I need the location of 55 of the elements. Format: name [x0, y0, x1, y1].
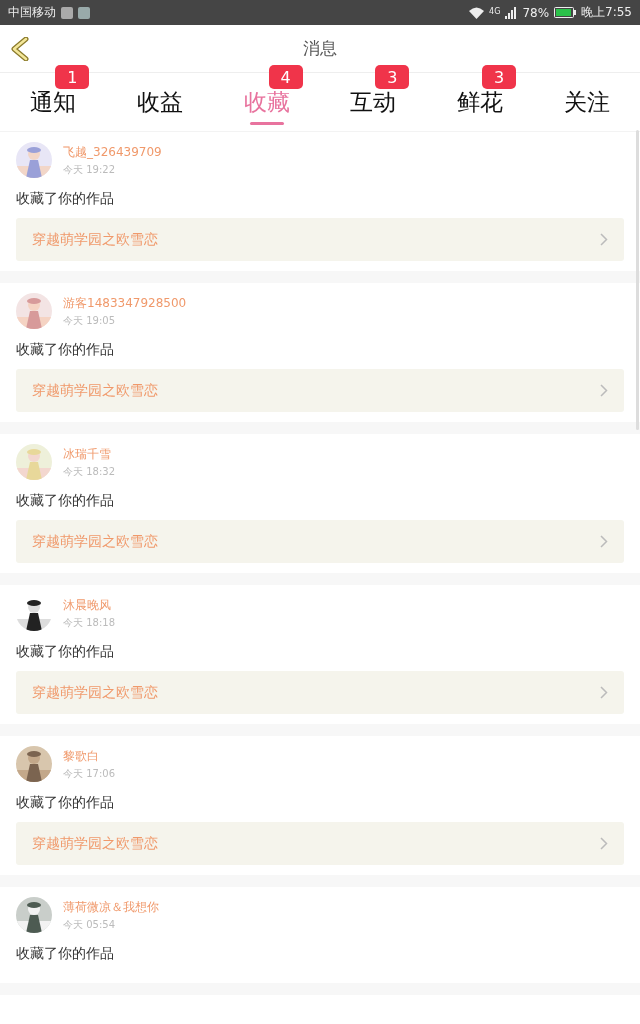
- user-name[interactable]: 游客1483347928500: [63, 294, 187, 312]
- work-title: 穿越萌学园之欧雪恋: [32, 834, 158, 853]
- tab[interactable]: 通知: [30, 87, 77, 118]
- chevron-right-icon: [600, 233, 608, 246]
- battery-icon: [554, 7, 577, 18]
- message-text: 收藏了你的作品: [16, 794, 115, 812]
- wifi-icon: [469, 6, 485, 19]
- tab[interactable]: 互动: [350, 87, 397, 118]
- tab-underline: [249, 122, 284, 125]
- chevron-right-icon: [600, 837, 608, 850]
- tab[interactable]: 鲜花: [457, 87, 503, 118]
- message-time: 今天 05:54: [63, 917, 116, 932]
- message-time: 今天 18:32: [63, 464, 115, 479]
- battery-percent: 78%: [522, 5, 550, 20]
- count-badge: 4: [268, 65, 303, 89]
- message-time: 今天 17:06: [63, 766, 115, 781]
- count-badge: 3: [482, 65, 516, 89]
- notification-icon: [78, 6, 90, 19]
- tab[interactable]: 收益: [137, 87, 183, 118]
- chevron-right-icon: [600, 384, 608, 397]
- page-title: 消息: [303, 37, 337, 60]
- count-badge: 1: [55, 65, 90, 89]
- signal-icon: [505, 6, 518, 19]
- chevron-right-icon: [600, 535, 608, 548]
- work-link[interactable]: 穿越萌学园之欧雪恋: [16, 822, 624, 865]
- work-title: 穿越萌学园之欧雪恋: [32, 230, 158, 249]
- work-title: 穿越萌学园之欧雪恋: [32, 683, 158, 702]
- network-type: 4G: [489, 7, 501, 16]
- message-time: 今天 19:22: [63, 162, 116, 177]
- user-name[interactable]: 黎歌白: [63, 747, 115, 765]
- clock: 晚上7:55: [581, 4, 632, 21]
- work-title: 穿越萌学园之欧雪恋: [32, 532, 158, 551]
- back-icon[interactable]: [10, 37, 30, 61]
- work-title: 穿越萌学园之欧雪恋: [32, 381, 158, 400]
- work-link[interactable]: 穿越萌学园之欧雪恋: [16, 671, 624, 714]
- message-text: 收藏了你的作品: [16, 643, 115, 661]
- carrier: 中国移动: [8, 4, 56, 21]
- message-text: 收藏了你的作品: [16, 341, 115, 359]
- user-name[interactable]: 冰瑞千雪: [63, 445, 115, 463]
- user-name[interactable]: 薄荷微凉＆我想你: [63, 898, 159, 916]
- work-link[interactable]: 穿越萌学园之欧雪恋: [16, 520, 624, 563]
- message-text: 收藏了你的作品: [16, 945, 115, 963]
- notification-icon: [61, 6, 73, 19]
- work-link[interactable]: 穿越萌学园之欧雪恋: [16, 369, 624, 412]
- tab[interactable]: 收藏: [243, 87, 290, 118]
- message-text: 收藏了你的作品: [16, 190, 115, 208]
- user-name[interactable]: 沐晨晚风: [63, 596, 115, 614]
- message-time: 今天 19:05: [63, 313, 116, 328]
- user-name[interactable]: 飞越_326439709: [63, 143, 162, 161]
- chevron-right-icon: [600, 686, 608, 699]
- tab[interactable]: 关注: [563, 87, 610, 118]
- message-time: 今天 18:18: [63, 615, 115, 630]
- work-link[interactable]: 穿越萌学园之欧雪恋: [16, 218, 624, 261]
- message-text: 收藏了你的作品: [16, 492, 115, 510]
- count-badge: 3: [375, 65, 410, 89]
